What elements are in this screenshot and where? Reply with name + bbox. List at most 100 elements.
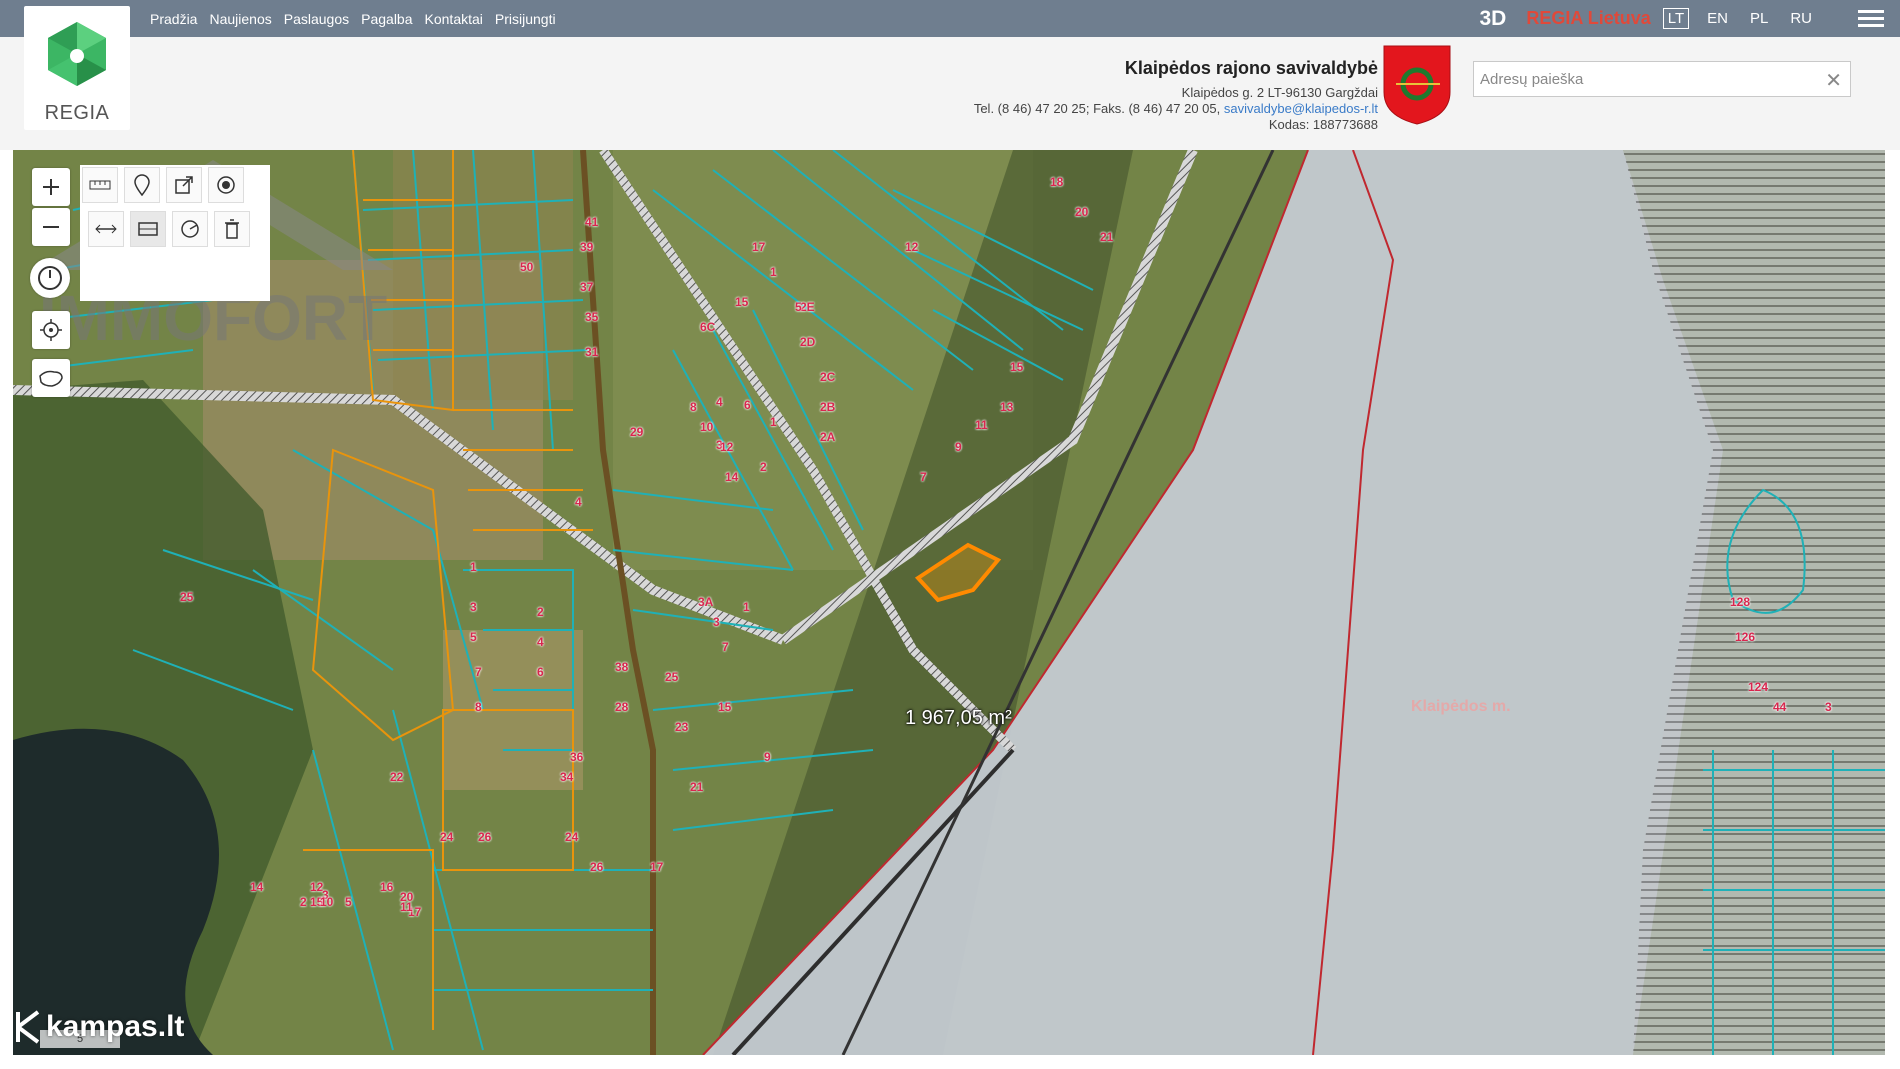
parcel-label: 3 xyxy=(470,600,477,614)
parcel-label: 2B xyxy=(820,400,836,414)
clear-search-icon[interactable]: ✕ xyxy=(1825,68,1842,93)
line-measure-icon xyxy=(95,224,117,234)
country-extent-button[interactable] xyxy=(32,359,70,397)
municipality-address: Klaipėdos g. 2 LT-96130 Gargždai xyxy=(1181,85,1378,100)
parcel-label: 5 xyxy=(345,895,352,909)
plus-icon xyxy=(43,179,59,195)
parcel-label: 2A xyxy=(820,430,836,444)
target-icon xyxy=(217,176,235,194)
parcel-label: 50 xyxy=(520,260,534,274)
parcel-label: 128 xyxy=(1730,595,1751,609)
locate-me-button[interactable] xyxy=(32,311,70,349)
parcel-label: 26 xyxy=(478,830,492,844)
measure-line-tool[interactable] xyxy=(88,211,124,247)
parcel-label: 13 xyxy=(1000,400,1014,414)
measure-distance-tool[interactable] xyxy=(82,167,118,203)
mode-3d-button[interactable]: 3D xyxy=(1480,7,1507,31)
regia-logo-icon xyxy=(48,22,106,86)
parcel-label: 11 xyxy=(975,418,988,432)
lang-en[interactable]: EN xyxy=(1703,9,1732,28)
municipality-email-link[interactable]: savivaldybe@klaipedos-r.lt xyxy=(1224,101,1378,116)
parcel-label: 26 xyxy=(590,860,604,874)
parcel-label: 39 xyxy=(580,240,594,254)
parcel-label: 23 xyxy=(675,720,689,734)
parcel-label: 9 xyxy=(764,750,771,764)
regia-lietuva-link[interactable]: REGIA Lietuva xyxy=(1526,8,1650,29)
parcel-label: 37 xyxy=(580,280,594,294)
parcel-label: 25 xyxy=(180,590,194,604)
zoom-in-button[interactable] xyxy=(32,168,70,206)
parcel-label: 12 xyxy=(905,240,919,254)
parcel-label: 3A xyxy=(698,595,714,609)
parcel-label: 2E xyxy=(800,300,815,314)
parcel-label: 10 xyxy=(320,895,334,909)
parcel-label: 20 xyxy=(1075,205,1089,219)
trash-icon xyxy=(225,219,239,239)
share-icon xyxy=(175,176,193,194)
parcel-label: 6 xyxy=(537,665,544,679)
municipality-info: Klaipėdos rajono savivaldybė Klaipėdos g… xyxy=(974,58,1378,133)
parcel-label: 1 xyxy=(770,415,777,429)
parcel-label: 2D xyxy=(800,335,816,349)
parcel-label: 4 xyxy=(575,495,582,509)
parcel-label: 21 xyxy=(690,780,704,794)
clear-measurements-button[interactable] xyxy=(214,211,250,247)
coat-of-arms-icon xyxy=(1383,45,1451,125)
parcel-label: 124 xyxy=(1748,680,1769,694)
municipality-name: Klaipėdos rajono savivaldybė xyxy=(1124,58,1378,78)
parcel-label: 24 xyxy=(440,830,454,844)
parcel-label: 18 xyxy=(1050,175,1064,189)
address-search-input[interactable] xyxy=(1474,62,1806,96)
lang-ru[interactable]: RU xyxy=(1786,9,1816,28)
parcel-label: 7 xyxy=(722,640,729,654)
area-measurement-label: 1 967,05 m² xyxy=(905,707,1012,729)
map-view[interactable]: 18 20 21 12 13 15 11 9 7 17 1 2E 2D 2C 2B 2A 2 1 15 5 6 4 3 14 1… xyxy=(13,150,1885,1055)
zoom-out-button[interactable] xyxy=(32,208,70,246)
nav-item-paslaugos[interactable]: Paslaugos xyxy=(284,11,349,27)
parcel-label: 17 xyxy=(752,240,766,254)
place-marker-tool[interactable] xyxy=(124,167,160,203)
main-nav: Pradžia Naujienos Paslaugos Pagalba Kont… xyxy=(150,0,556,37)
parcel-label: 38 xyxy=(615,660,629,674)
tool-panel xyxy=(80,165,270,301)
parcel-label: 16 xyxy=(380,880,394,894)
kampas-text: kampas.lt xyxy=(46,1010,185,1043)
nav-item-prisijungti[interactable]: Prisijungti xyxy=(495,11,556,27)
parcel-label: 44 xyxy=(1773,700,1787,714)
lang-lt[interactable]: LT xyxy=(1662,8,1690,29)
parcel-label: 9 xyxy=(955,440,962,454)
parcel-label: 25 xyxy=(665,670,679,684)
map-pin-icon xyxy=(134,174,150,196)
point-tool[interactable] xyxy=(208,167,244,203)
municipality-contact: Tel. (8 46) 47 20 25; Faks. (8 46) 47 20… xyxy=(974,101,1378,117)
nav-item-naujienos[interactable]: Naujienos xyxy=(209,11,271,27)
parcel-label: 8 xyxy=(475,700,482,714)
parcel-label: 29 xyxy=(630,425,644,439)
ruler-icon xyxy=(89,180,111,190)
radius-tool[interactable] xyxy=(172,211,208,247)
parcel-label: 12 xyxy=(720,440,734,454)
nav-item-pradzia[interactable]: Pradžia xyxy=(150,11,197,27)
address-search[interactable]: ✕ xyxy=(1473,61,1851,97)
parcel-label: 15 xyxy=(718,700,732,714)
parcel-label: 1 xyxy=(743,600,750,614)
regia-logo[interactable]: REGIA xyxy=(24,6,130,130)
history-button[interactable] xyxy=(30,258,70,298)
parcel-label: 3 xyxy=(713,615,720,629)
hamburger-menu-icon[interactable] xyxy=(1858,6,1884,31)
nav-item-kontaktai[interactable]: Kontaktai xyxy=(425,11,483,27)
parcel-label: 28 xyxy=(615,700,629,714)
parcel-label: 15 xyxy=(1010,360,1024,374)
parcel-label: 5 xyxy=(795,300,802,314)
parcel-label: 10 xyxy=(700,420,714,434)
parcel-label: 22 xyxy=(390,770,404,784)
parcel-label: 14 xyxy=(725,470,739,484)
lang-pl[interactable]: PL xyxy=(1746,9,1772,28)
municipality-phone: Tel. (8 46) 47 20 25; Faks. (8 46) 47 20… xyxy=(973,101,1221,116)
nav-item-pagalba[interactable]: Pagalba xyxy=(361,11,412,27)
parcel-label: 8 xyxy=(690,400,697,414)
parcel-label: 1 xyxy=(470,560,477,574)
measure-area-tool[interactable] xyxy=(130,211,166,247)
parcel-label: 2 xyxy=(760,460,767,474)
share-tool[interactable] xyxy=(166,167,202,203)
